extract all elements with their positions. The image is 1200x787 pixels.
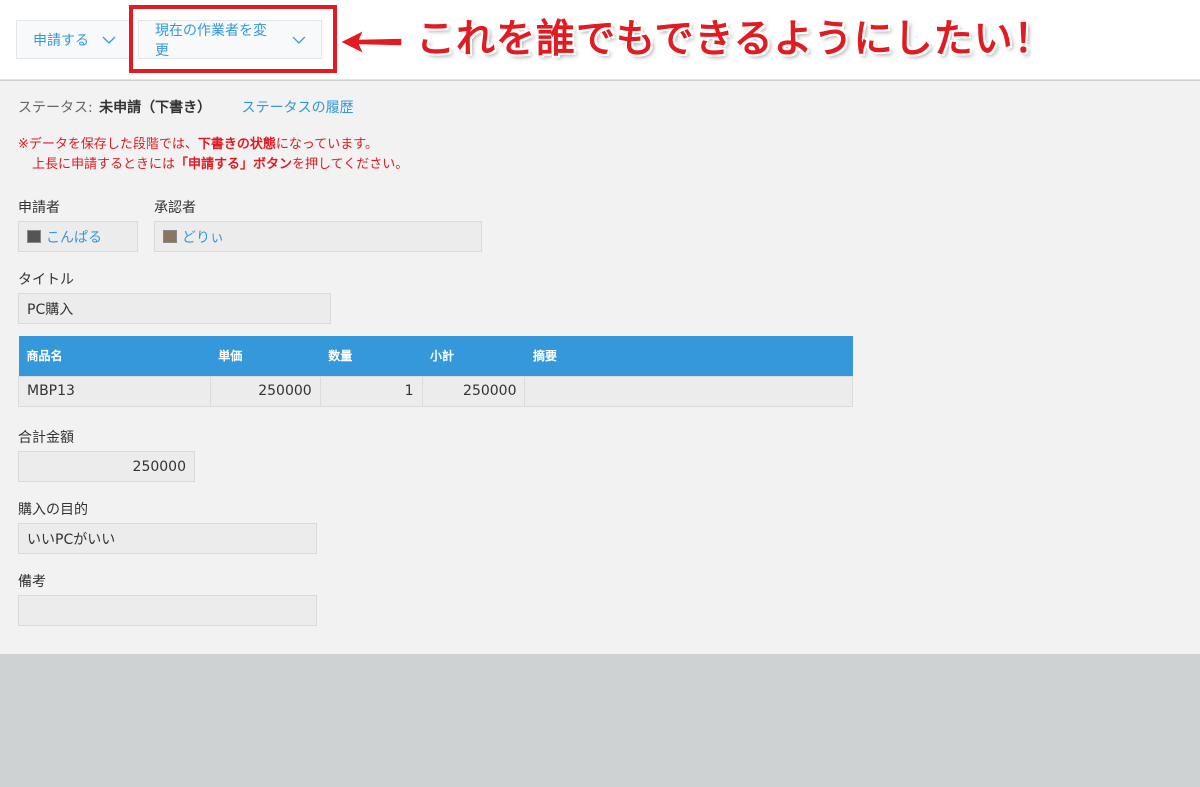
status-label: ステータス: [18,100,93,116]
header-item-name: 商品名 [18,336,211,376]
table-row: MBP13 250000 1 250000 [18,375,853,407]
status-value: 未申請（下書き） [99,100,212,116]
cell-subtotal: 250000 [421,375,526,407]
cell-quantity: 1 [319,375,423,407]
status-line: ステータス: 未申請（下書き） ステータスの履歴 [18,97,354,117]
title-value: PC購入 [27,301,74,318]
notice-line2-prefix: 上長に申請するときには [32,157,176,172]
cell-item-name: MBP13 [18,375,211,407]
items-table: 商品名 単価 数量 小計 摘要 MBP13 250000 1 250000 [18,336,853,407]
applicant-label: 申請者 [18,200,60,216]
purpose-field: いいPCがいい [18,523,317,554]
annotation-highlight-box [129,5,337,73]
notice-suffix2: を押してください。 [292,157,409,172]
cell-unit-price: 250000 [209,375,321,407]
total-field: 250000 [18,451,195,482]
cell-notes [524,375,853,407]
notice-suffix1: になっています。 [275,137,378,152]
header-subtotal: 小計 [422,336,525,376]
title-label: タイトル [18,272,74,288]
annotation-callout: これを誰でもできるようにしたい！ [416,17,1054,62]
remarks-label: 備考 [18,574,46,590]
applicant-user-link[interactable]: こんぱる [46,227,102,247]
header-quantity: 数量 [320,336,423,376]
total-label: 合計金額 [18,430,74,446]
table-header-row: 商品名 単価 数量 小計 摘要 [18,336,853,376]
approver-user-link[interactable]: どりぃ [182,227,224,247]
chevron-down-icon [102,36,116,44]
user-avatar-icon [163,230,177,243]
process-toolbar: 申請する 現在の作業者を変更 これを誰でもできるようにしたい！ [0,0,1200,80]
notice-message: ※データを保存した段階では、下書きの状態になっています。 上長に申請するときには… [18,135,408,175]
annotation-arrow-icon [338,28,403,56]
status-history-link[interactable]: ステータスの履歴 [242,100,354,116]
header-notes: 摘要 [524,336,853,376]
applicant-field: こんぱる [18,221,138,252]
remarks-field [18,595,317,626]
record-detail-panel: ステータス: 未申請（下書き） ステータスの履歴 ※データを保存した段階では、下… [0,81,1200,654]
purpose-value: いいPCがいい [27,531,116,548]
header-unit-price: 単価 [210,336,321,376]
purpose-label: 購入の目的 [18,502,88,518]
title-field: PC購入 [18,293,331,324]
apply-button[interactable]: 申請する [16,20,132,59]
notice-bold-button: 「申請する」ボタン [175,157,293,172]
apply-button-label: 申請する [33,32,89,49]
notice-bold-draft: 下書きの状態 [197,137,276,152]
footer-area [0,654,1200,787]
approver-field: どりぃ [154,221,482,252]
total-value: 250000 [132,458,186,475]
approver-label: 承認者 [154,200,196,216]
notice-prefix: ※データを保存した段階では、 [18,137,198,152]
user-avatar-icon [27,230,41,243]
